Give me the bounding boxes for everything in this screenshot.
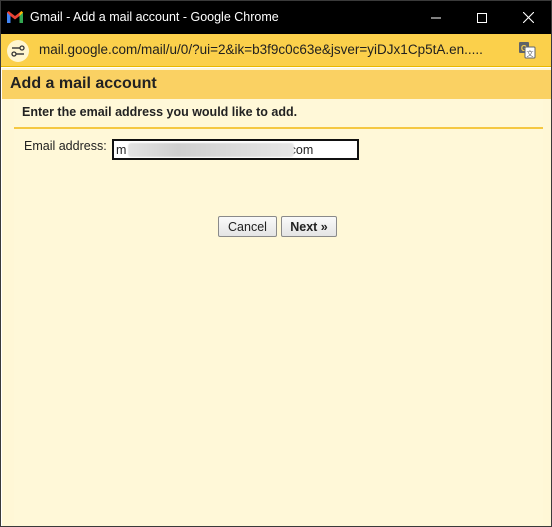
divider bbox=[14, 127, 543, 129]
svg-text:文: 文 bbox=[527, 49, 534, 58]
email-label: Email address: bbox=[24, 139, 107, 153]
cancel-button[interactable]: Cancel bbox=[218, 216, 277, 237]
dialog-title: Add a mail account bbox=[10, 75, 157, 92]
url-text[interactable]: mail.google.com/mail/u/0/?ui=2&ik=b3f9c0… bbox=[39, 42, 509, 57]
browser-window: Gmail - Add a mail account - Google Chro… bbox=[0, 0, 552, 527]
instruction-text: Enter the email address you would like t… bbox=[22, 105, 298, 119]
dialog-body: Enter the email address you would like t… bbox=[14, 99, 543, 526]
minimize-button[interactable] bbox=[413, 1, 459, 34]
gmail-logo-icon bbox=[7, 11, 23, 23]
next-button[interactable]: Next » bbox=[281, 216, 337, 237]
redacted-blur bbox=[128, 143, 294, 157]
title-bar[interactable]: Gmail - Add a mail account - Google Chro… bbox=[1, 1, 551, 34]
close-button[interactable] bbox=[505, 1, 551, 34]
translate-icon[interactable]: G 文 bbox=[518, 41, 536, 59]
address-bar: mail.google.com/mail/u/0/?ui=2&ik=b3f9c0… bbox=[1, 34, 551, 67]
dialog-header: Add a mail account bbox=[2, 70, 551, 99]
site-info-icon bbox=[11, 45, 25, 57]
site-info-button[interactable] bbox=[7, 40, 29, 62]
minimize-icon bbox=[431, 17, 441, 18]
page-content: Add a mail account Enter the email addre… bbox=[2, 68, 551, 526]
window-title: Gmail - Add a mail account - Google Chro… bbox=[30, 10, 279, 24]
maximize-button[interactable] bbox=[459, 1, 505, 34]
close-icon bbox=[522, 12, 534, 23]
maximize-icon bbox=[477, 12, 487, 23]
